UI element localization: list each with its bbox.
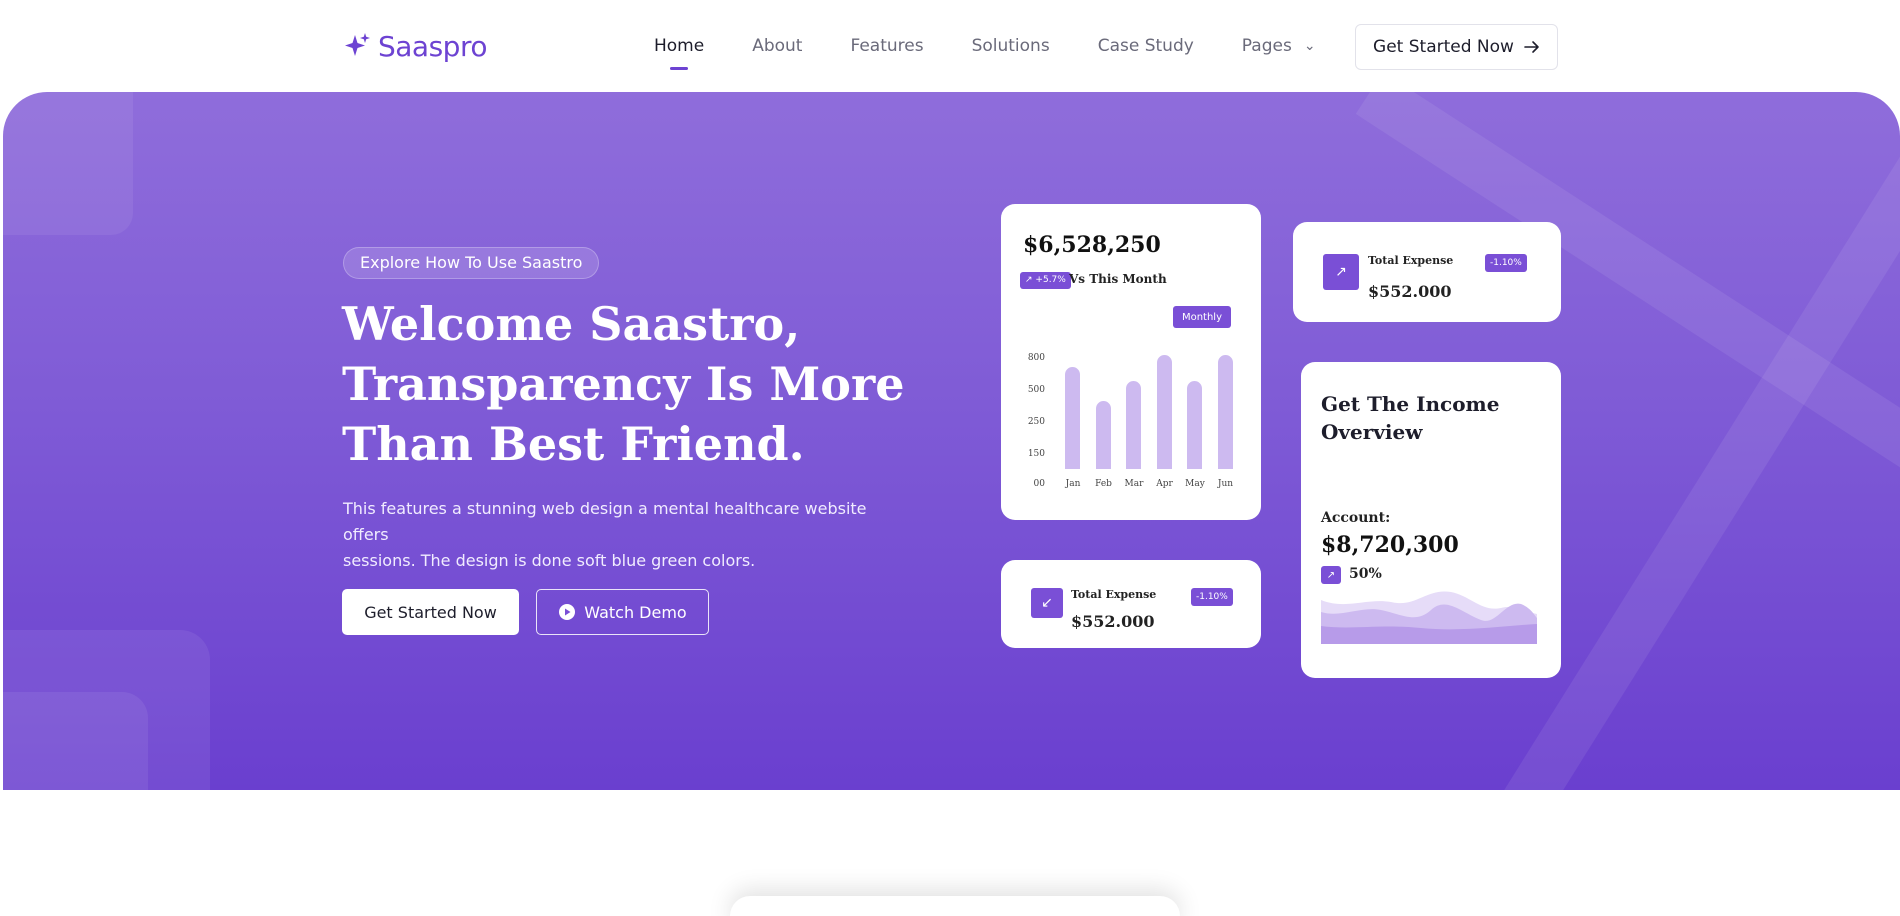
nav-item-features[interactable]: Features [850,36,923,56]
change-value: +5.7% [1035,275,1066,285]
y-tick-label: 250 [1027,417,1045,427]
chart-bar-jun [1217,355,1233,469]
get-started-button[interactable]: Get Started Now [342,589,519,635]
income-area-chart [1321,591,1537,644]
hero-description-line: sessions. The design is done soft blue g… [343,551,756,570]
hero-title: Welcome Saastro, Transparency Is More Th… [342,294,982,474]
arrow-up-right-icon: ↗ [1323,254,1359,290]
revenue-amount: $6,528,250 [1023,232,1161,258]
x-tick-label: Mar [1124,479,1144,489]
nav-item-pages[interactable]: Pages ⌄ [1242,36,1316,56]
chart-bar-apr [1156,355,1172,469]
nav-item-case-study[interactable]: Case Study [1098,36,1194,56]
decor-square [3,92,133,235]
hero-description: This features a stunning web design a me… [343,496,903,574]
brand-logo[interactable]: Saaspro [342,30,487,63]
main-menu: Home About Features Solutions Case Study… [654,36,1364,56]
arrow-down-left-icon: ↙ [1031,588,1063,618]
revenue-chart-card: $6,528,250 ↗ +5.7% Vs This Month Monthly… [1001,204,1261,520]
x-tick-label: Feb [1095,479,1112,489]
hero-title-line: Transparency Is More [342,357,905,411]
chart-bar-may [1187,381,1202,469]
total-expense-card: ↙ Total Expense $552.000 -1.10% [1001,560,1261,648]
watch-demo-button[interactable]: Watch Demo [536,589,709,635]
chart-bar-jan [1065,367,1080,469]
x-tick-label: Jan [1065,479,1081,489]
hero-title-line: Welcome Saastro, [342,297,801,351]
expense-change-badge: -1.10% [1191,588,1233,606]
x-tick-label: Jun [1217,479,1234,489]
hero-title-line: Than Best Friend. [342,417,805,471]
watch-demo-label: Watch Demo [584,602,687,622]
nav-item-home[interactable]: Home [654,36,704,56]
expense-change-badge: -1.10% [1485,254,1527,272]
nav-item-solutions[interactable]: Solutions [972,36,1050,56]
sparkle-icon [345,32,370,56]
change-label: Vs This Month [1069,272,1167,286]
nav-item-pages-label: Pages [1241,36,1292,56]
decor-square [3,692,148,790]
y-tick-label: 00 [1033,479,1045,489]
monthly-button[interactable]: Monthly [1173,306,1231,328]
x-tick-label: Apr [1156,479,1173,489]
account-label: Account: [1321,510,1391,526]
expense-label: Total Expense [1368,254,1454,267]
account-percent: 50% [1349,566,1382,582]
x-tick-label: May [1185,479,1205,489]
next-section-card-peek [730,896,1180,916]
change-badge: ↗ +5.7% [1020,272,1071,289]
top-navigation: Saaspro Home About Features Solutions Ca… [0,0,1900,92]
income-overview-card: Get The Income Overview Account: $8,720,… [1301,362,1561,678]
hero-description-line: This features a stunning web design a me… [343,499,867,544]
explore-pill[interactable]: Explore How To Use Saastro [343,247,600,279]
brand-name: Saaspro [378,30,487,63]
get-started-nav-label: Get Started Now [1373,37,1514,57]
total-expense-card: ↗ Total Expense $552.000 -1.10% [1293,222,1561,322]
y-tick-label: 150 [1027,449,1045,459]
expense-label: Total Expense [1071,588,1157,601]
chart-bar-mar [1126,381,1141,469]
chart-bar-feb [1095,401,1111,469]
arrow-up-right-icon: ↗ [1025,275,1033,285]
hero-section: Explore How To Use Saastro Welcome Saast… [3,92,1900,790]
nav-item-about[interactable]: About [752,36,802,56]
y-tick-label: 800 [1027,353,1045,363]
expense-value: $552.000 [1368,282,1452,301]
chevron-down-icon: ⌄ [1303,38,1316,54]
expense-value: $552.000 [1071,612,1155,631]
y-tick-label: 500 [1027,385,1045,395]
arrow-up-right-icon: ↗ [1321,566,1341,584]
play-circle-icon [559,604,576,620]
account-value: $8,720,300 [1321,532,1459,558]
income-title: Get The Income Overview [1321,392,1500,444]
get-started-nav-button[interactable]: Get Started Now [1355,24,1558,70]
arrow-right-icon [1524,41,1539,53]
